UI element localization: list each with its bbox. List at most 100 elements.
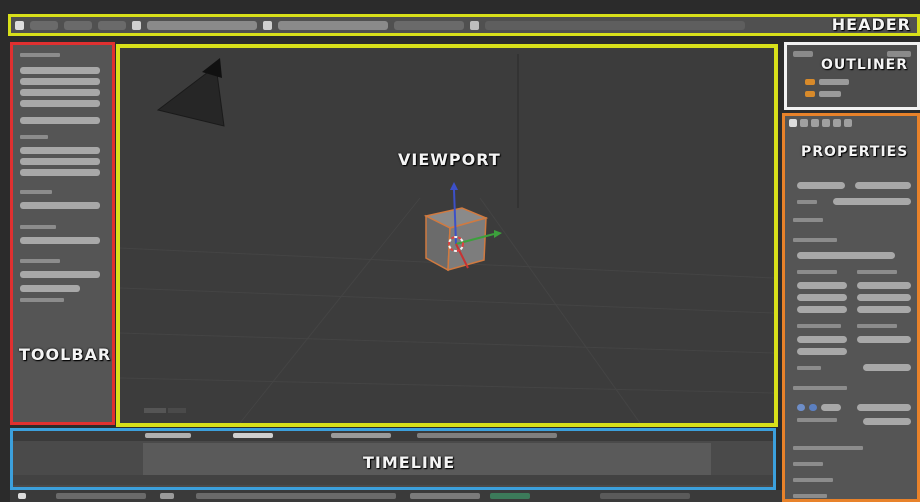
scene-tab-icon[interactable] — [800, 119, 808, 127]
resolution-x-field[interactable] — [797, 282, 847, 289]
modifiers-tab-icon[interactable] — [833, 119, 841, 127]
header-menu-window[interactable] — [98, 20, 126, 30]
toolbar-section-label — [20, 259, 60, 263]
frame-step-field[interactable] — [857, 306, 911, 313]
view-menu[interactable] — [145, 433, 191, 438]
toolbar-region: TOOLBAR — [10, 42, 115, 425]
render-tab-icon[interactable] — [789, 119, 797, 127]
toolbar-label: TOOLBAR — [19, 345, 112, 364]
start-frame-field[interactable] — [857, 282, 911, 289]
editor-type-icon[interactable] — [18, 493, 26, 499]
timeline-menus[interactable] — [56, 493, 146, 499]
panel-header[interactable] — [793, 494, 827, 498]
toolbar-button[interactable] — [20, 285, 80, 292]
editor-type-icon[interactable] — [15, 20, 24, 30]
layer-toggle[interactable] — [821, 404, 841, 411]
camera-object-icon[interactable] — [156, 58, 225, 127]
aspect-x-field[interactable] — [797, 336, 847, 343]
timeline-label: TIMELINE — [363, 453, 456, 472]
keyframe-type-selector[interactable] — [331, 433, 391, 438]
resolution-percent-field[interactable] — [797, 306, 847, 313]
outliner-item[interactable] — [819, 91, 841, 97]
properties-field-label — [797, 200, 817, 204]
world-tab-icon[interactable] — [811, 119, 819, 127]
viewport-label: VIEWPORT — [398, 150, 501, 169]
crop-toggle[interactable] — [863, 364, 911, 371]
properties-value-field[interactable] — [863, 418, 911, 425]
panel-header[interactable] — [793, 386, 847, 390]
toolbar-section-label — [20, 298, 64, 302]
material-tab-icon[interactable] — [844, 119, 852, 127]
outliner-label: OUTLINER — [821, 57, 909, 73]
outliner-view-button[interactable] — [793, 51, 813, 57]
start-end-fields[interactable] — [196, 493, 396, 499]
toolbar-button[interactable] — [20, 117, 100, 124]
keying-set-field[interactable] — [600, 493, 690, 499]
screen-layout-icon[interactable] — [132, 20, 141, 30]
render-engine-selector[interactable] — [394, 20, 464, 30]
toolbar-button[interactable] — [20, 89, 100, 96]
info-icon — [470, 20, 479, 30]
outliner-item[interactable] — [819, 79, 849, 85]
panel-header[interactable] — [793, 238, 837, 242]
toolbar-section-label — [20, 225, 56, 229]
properties-field-label — [797, 418, 837, 422]
scene-selector[interactable] — [278, 20, 388, 30]
preset-selector[interactable] — [797, 252, 895, 259]
panel-header[interactable] — [793, 218, 823, 222]
header-label: HEADER — [831, 15, 911, 34]
timeline-region[interactable]: TIMELINE — [10, 428, 776, 490]
toolbar-button[interactable] — [20, 202, 100, 209]
toolbar-button[interactable] — [20, 237, 100, 244]
toolbar-button[interactable] — [20, 169, 100, 176]
transport-buttons[interactable] — [410, 493, 480, 499]
viewport-region[interactable]: VIEWPORT — [116, 44, 778, 427]
viewport-axis-widget — [144, 408, 166, 413]
toolbar-section-label — [20, 190, 52, 194]
toolbar-button[interactable] — [20, 271, 100, 278]
object-icon — [805, 91, 815, 97]
toolbar-button[interactable] — [20, 67, 100, 74]
end-frame-field[interactable] — [857, 294, 911, 301]
properties-region: PROPERTIES — [782, 113, 920, 502]
toolbar-button[interactable] — [20, 158, 100, 165]
object-tab-icon[interactable] — [822, 119, 830, 127]
timeline-controls-bar — [10, 490, 782, 502]
display-selector[interactable] — [833, 198, 911, 205]
panel-header[interactable] — [793, 478, 833, 482]
timeline-header-bar — [13, 431, 773, 441]
playback-controls[interactable] — [160, 493, 174, 499]
layer-toggle[interactable] — [797, 404, 805, 411]
properties-label: PROPERTIES — [801, 144, 909, 160]
border-checkbox[interactable] — [797, 366, 821, 370]
frame-range-fields[interactable] — [417, 433, 557, 438]
resolution-y-field[interactable] — [797, 294, 847, 301]
panel-header[interactable] — [793, 446, 863, 450]
bake-selector[interactable] — [857, 404, 911, 411]
toolbar-button[interactable] — [20, 147, 100, 154]
render-button[interactable] — [797, 182, 845, 189]
scene-icon[interactable] — [263, 20, 272, 30]
layer-toggle[interactable] — [809, 404, 817, 411]
header-menu-file[interactable] — [30, 20, 58, 30]
properties-field-label — [797, 324, 841, 328]
frame-rate-selector[interactable] — [857, 336, 911, 343]
tools-tab-label — [20, 53, 60, 57]
toolbar-button[interactable] — [20, 78, 100, 85]
toolbar-section-label — [20, 135, 48, 139]
screen-layout-selector[interactable] — [147, 20, 257, 30]
viewport-scene[interactable] — [120, 48, 774, 423]
aspect-y-field[interactable] — [797, 348, 847, 355]
animation-button[interactable] — [855, 182, 911, 189]
viewport-object-info — [168, 408, 186, 413]
properties-context-tabs — [789, 119, 913, 127]
panel-header[interactable] — [793, 462, 823, 466]
header-menu-render[interactable] — [64, 20, 92, 30]
keying-controls[interactable] — [233, 433, 273, 438]
header-region: HEADER — [8, 14, 920, 36]
timeline-frame-ruler[interactable] — [13, 475, 773, 485]
toolbar-button[interactable] — [20, 100, 100, 107]
properties-field-label — [857, 324, 897, 328]
sync-selector[interactable] — [490, 493, 530, 499]
outliner-region: OUTLINER — [784, 42, 920, 110]
